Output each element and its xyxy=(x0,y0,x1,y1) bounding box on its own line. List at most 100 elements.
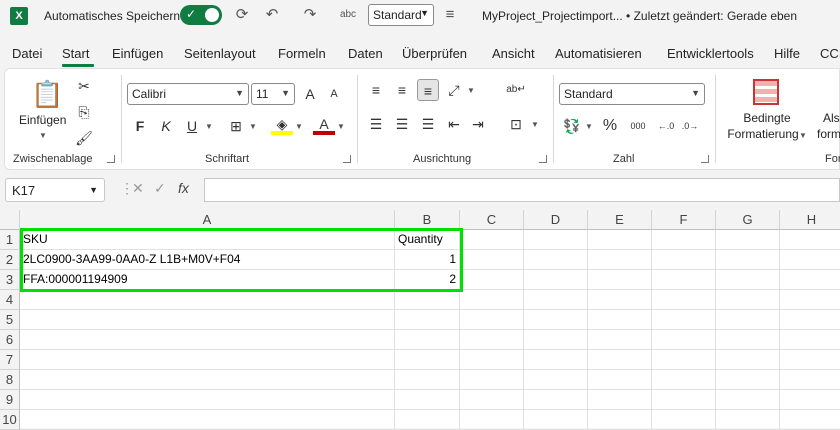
cell-c4[interactable] xyxy=(460,290,524,310)
cell-h1[interactable] xyxy=(780,230,840,250)
cell-b9[interactable] xyxy=(395,390,460,410)
cell-b6[interactable] xyxy=(395,330,460,350)
insert-function-icon[interactable]: fx xyxy=(178,180,189,196)
tab-start[interactable]: Start xyxy=(62,46,89,61)
save-icon[interactable]: ⟳ xyxy=(232,5,252,25)
cell-c3[interactable] xyxy=(460,270,524,290)
redo-icon[interactable]: ↷ xyxy=(300,5,320,25)
cell-b4[interactable] xyxy=(395,290,460,310)
font-color-icon[interactable]: A xyxy=(313,113,335,135)
tab-seitenlayout[interactable]: Seitenlayout xyxy=(184,46,256,61)
cell-d6[interactable] xyxy=(524,330,588,350)
spelling-icon[interactable]: abc xyxy=(338,5,358,25)
currency-dropdown-icon[interactable]: ▼ xyxy=(585,122,593,131)
italic-button[interactable]: K xyxy=(155,115,177,137)
paste-dropdown-icon[interactable]: ▼ xyxy=(39,131,47,140)
conditional-formatting-icon[interactable] xyxy=(753,79,779,105)
font-color-dropdown-icon[interactable]: ▼ xyxy=(337,122,345,131)
cell-b7[interactable] xyxy=(395,350,460,370)
col-header-d[interactable]: D xyxy=(524,210,588,230)
cell-d4[interactable] xyxy=(524,290,588,310)
cell-e6[interactable] xyxy=(588,330,652,350)
cell-f7[interactable] xyxy=(652,350,716,370)
cell-a5[interactable] xyxy=(20,310,395,330)
font-size-combo[interactable]: 11 ▼ xyxy=(251,83,295,105)
cell-b8[interactable] xyxy=(395,370,460,390)
thousands-separator-button[interactable]: 000 xyxy=(625,115,651,137)
undo-icon[interactable]: ↶ xyxy=(262,5,282,25)
orientation-dropdown-icon[interactable]: ▼ xyxy=(467,86,475,95)
cell-a1[interactable]: SKU xyxy=(20,230,395,250)
font-name-combo[interactable]: Calibri ▼ xyxy=(127,83,249,105)
cell-c8[interactable] xyxy=(460,370,524,390)
cell-h4[interactable] xyxy=(780,290,840,310)
fill-color-dropdown-icon[interactable]: ▼ xyxy=(295,122,303,131)
tab-ansicht[interactable]: Ansicht xyxy=(492,46,535,61)
align-bottom-icon[interactable]: ≡ xyxy=(417,79,439,101)
tab-einfuegen[interactable]: Einfügen xyxy=(112,46,163,61)
cell-e5[interactable] xyxy=(588,310,652,330)
cell-d2[interactable] xyxy=(524,250,588,270)
cell-f8[interactable] xyxy=(652,370,716,390)
increase-decimal-icon[interactable]: ←.0 xyxy=(655,115,677,137)
style-combo[interactable]: Standard ▼ xyxy=(368,4,434,26)
number-launcher-icon[interactable] xyxy=(701,155,709,163)
cell-f10[interactable] xyxy=(652,410,716,430)
cell-d7[interactable] xyxy=(524,350,588,370)
cell-e9[interactable] xyxy=(588,390,652,410)
align-right-icon[interactable]: ☰ xyxy=(417,113,439,135)
cell-d1[interactable] xyxy=(524,230,588,250)
row-header-1[interactable]: 1 xyxy=(0,230,20,250)
number-format-combo[interactable]: Standard ▼ xyxy=(559,83,705,105)
cell-b5[interactable] xyxy=(395,310,460,330)
cell-b3[interactable]: 2 xyxy=(395,270,460,290)
cell-h5[interactable] xyxy=(780,310,840,330)
cell-b2[interactable]: 1 xyxy=(395,250,460,270)
decrease-indent-icon[interactable]: ⇤ xyxy=(443,113,465,135)
cell-c6[interactable] xyxy=(460,330,524,350)
tab-daten[interactable]: Daten xyxy=(348,46,383,61)
cell-a9[interactable] xyxy=(20,390,395,410)
cancel-icon[interactable]: ✕ xyxy=(132,180,144,197)
tab-ueberpruefen[interactable]: Überprüfen xyxy=(402,46,467,61)
format-painter-icon[interactable]: 🖌 xyxy=(73,127,95,149)
cell-h2[interactable] xyxy=(780,250,840,270)
tab-automatisieren[interactable]: Automatisieren xyxy=(555,46,642,61)
col-header-g[interactable]: G xyxy=(716,210,780,230)
cell-g10[interactable] xyxy=(716,410,780,430)
cell-e10[interactable] xyxy=(588,410,652,430)
cell-c2[interactable] xyxy=(460,250,524,270)
col-header-c[interactable]: C xyxy=(460,210,524,230)
row-header-8[interactable]: 8 xyxy=(0,370,20,390)
cell-g5[interactable] xyxy=(716,310,780,330)
cell-a7[interactable] xyxy=(20,350,395,370)
cell-h8[interactable] xyxy=(780,370,840,390)
name-box[interactable]: K17 ▼ xyxy=(5,178,105,202)
tab-hilfe[interactable]: Hilfe xyxy=(774,46,800,61)
cell-b10[interactable] xyxy=(395,410,460,430)
cell-a3[interactable]: FFA:000001194909 xyxy=(20,270,395,290)
cell-c1[interactable] xyxy=(460,230,524,250)
cut-icon[interactable]: ✂ xyxy=(73,75,95,97)
cell-f3[interactable] xyxy=(652,270,716,290)
cell-h7[interactable] xyxy=(780,350,840,370)
align-left-icon[interactable]: ☰ xyxy=(365,113,387,135)
borders-dropdown-icon[interactable]: ▼ xyxy=(249,122,257,131)
col-header-h[interactable]: H xyxy=(780,210,840,230)
currency-icon[interactable]: 💱 xyxy=(561,115,583,137)
row-header-3[interactable]: 3 xyxy=(0,270,20,290)
row-header-4[interactable]: 4 xyxy=(0,290,20,310)
conditional-formatting-dropdown-icon[interactable]: ▼ xyxy=(799,131,807,140)
cell-g6[interactable] xyxy=(716,330,780,350)
underline-button[interactable]: U xyxy=(181,115,203,137)
cell-f6[interactable] xyxy=(652,330,716,350)
cell-g4[interactable] xyxy=(716,290,780,310)
format-as-table-line1[interactable]: Als xyxy=(823,111,840,125)
cell-f2[interactable] xyxy=(652,250,716,270)
decrease-decimal-icon[interactable]: .0→ xyxy=(679,115,701,137)
cell-d5[interactable] xyxy=(524,310,588,330)
percent-button[interactable]: % xyxy=(599,115,621,137)
autosave-toggle[interactable]: ✓ xyxy=(180,5,222,25)
col-header-a[interactable]: A xyxy=(20,210,395,230)
cell-e4[interactable] xyxy=(588,290,652,310)
